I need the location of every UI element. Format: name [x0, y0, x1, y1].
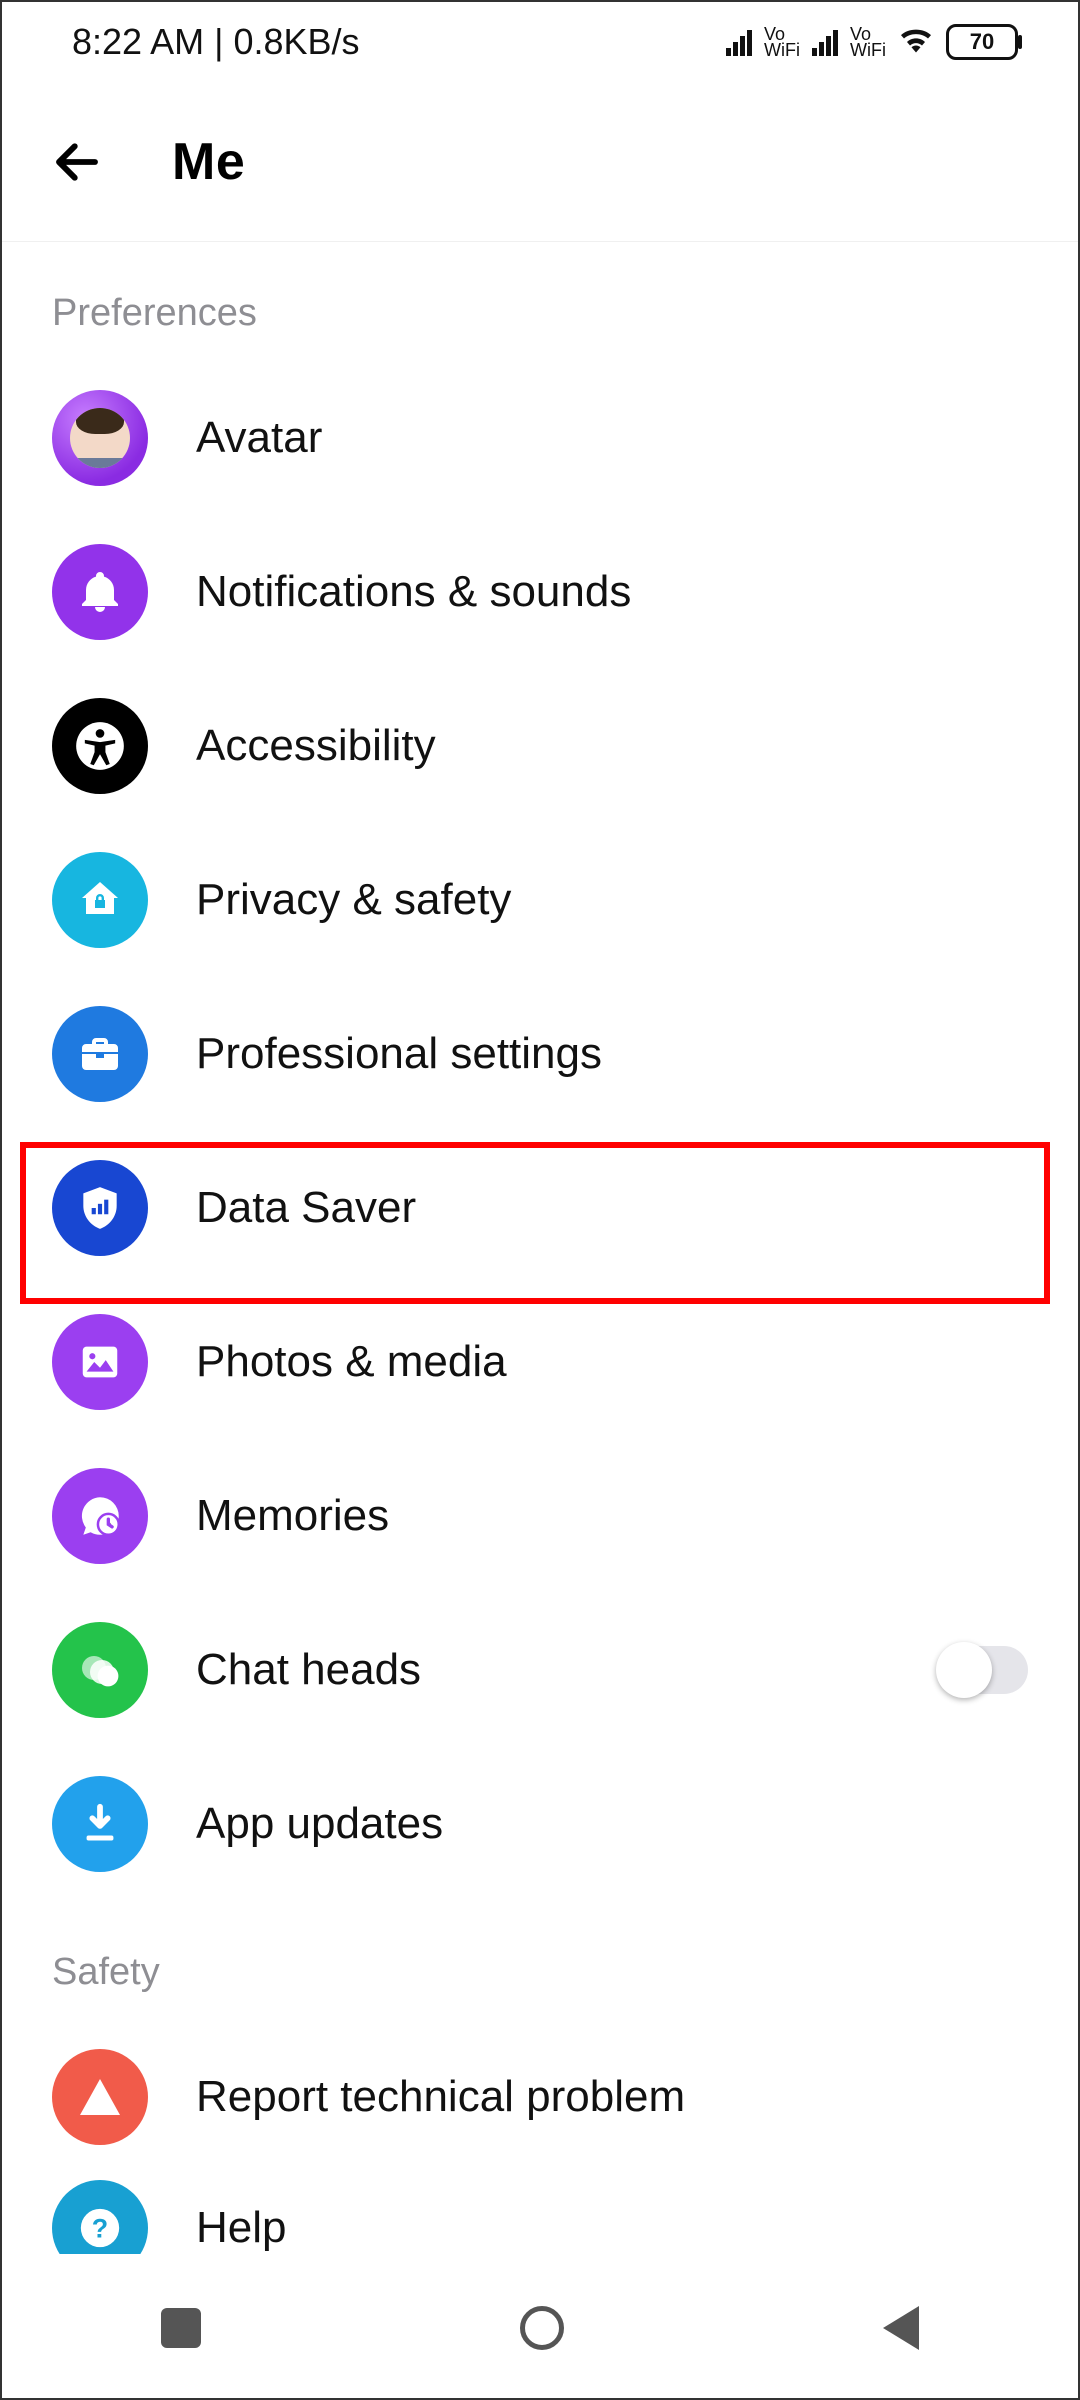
- row-avatar[interactable]: Avatar: [2, 361, 1078, 515]
- status-time: 8:22 AM: [72, 21, 204, 62]
- battery-icon: 70: [946, 24, 1018, 60]
- row-chat-heads[interactable]: Chat heads: [2, 1593, 1078, 1747]
- bell-icon: [52, 544, 148, 640]
- row-label: Chat heads: [196, 1645, 421, 1695]
- svg-text:?: ?: [92, 2214, 108, 2244]
- nav-home-button[interactable]: [520, 2306, 564, 2350]
- row-professional[interactable]: Professional settings: [2, 977, 1078, 1131]
- arrow-left-icon: [50, 135, 104, 189]
- vowifi-icon-2: VoWiFi: [850, 26, 886, 58]
- row-label: Photos & media: [196, 1337, 507, 1387]
- download-icon: [52, 1776, 148, 1872]
- alert-triangle-icon: [52, 2049, 148, 2145]
- row-notifications[interactable]: Notifications & sounds: [2, 515, 1078, 669]
- row-label: App updates: [196, 1799, 443, 1849]
- system-nav-bar: [2, 2258, 1078, 2398]
- row-label: Accessibility: [196, 721, 436, 771]
- image-icon: [52, 1314, 148, 1410]
- preferences-list: Avatar Notifications & sounds Accessibil…: [2, 361, 1078, 1901]
- avatar-icon: [52, 390, 148, 486]
- row-label: Professional settings: [196, 1029, 602, 1079]
- row-help[interactable]: ? Help: [2, 2174, 1078, 2254]
- row-photos[interactable]: Photos & media: [2, 1285, 1078, 1439]
- accessibility-icon: [52, 698, 148, 794]
- chat-clock-icon: [52, 1468, 148, 1564]
- signal-icon-2: [812, 28, 838, 56]
- row-privacy[interactable]: Privacy & safety: [2, 823, 1078, 977]
- status-bar: 8:22 AM | 0.8KB/s VoWiFi VoWiFi 70: [2, 2, 1078, 82]
- status-net-speed: 0.8KB/s: [233, 21, 359, 62]
- signal-icon: [726, 28, 752, 56]
- status-left: 8:22 AM | 0.8KB/s: [72, 21, 360, 63]
- row-label: Notifications & sounds: [196, 567, 631, 617]
- row-label: Report technical problem: [196, 2072, 685, 2122]
- row-label: Memories: [196, 1491, 389, 1541]
- row-app-updates[interactable]: App updates: [2, 1747, 1078, 1901]
- house-lock-icon: [52, 852, 148, 948]
- section-header-preferences: Preferences: [2, 242, 1078, 361]
- vowifi-icon: VoWiFi: [764, 26, 800, 58]
- chat-heads-toggle[interactable]: [938, 1646, 1028, 1694]
- row-label: Avatar: [196, 413, 322, 463]
- page-title: Me: [172, 132, 245, 192]
- row-memories[interactable]: Memories: [2, 1439, 1078, 1593]
- back-button[interactable]: [42, 127, 112, 197]
- briefcase-icon: [52, 1006, 148, 1102]
- row-data-saver[interactable]: Data Saver: [2, 1131, 1078, 1285]
- row-label: Help: [196, 2203, 287, 2253]
- safety-list: Report technical problem ? Help: [2, 2020, 1078, 2254]
- help-icon: ?: [52, 2180, 148, 2254]
- status-right: VoWiFi VoWiFi 70: [726, 23, 1018, 62]
- chat-heads-icon: [52, 1622, 148, 1718]
- row-label: Privacy & safety: [196, 875, 511, 925]
- row-accessibility[interactable]: Accessibility: [2, 669, 1078, 823]
- row-report[interactable]: Report technical problem: [2, 2020, 1078, 2174]
- nav-recents-button[interactable]: [161, 2308, 201, 2348]
- section-header-safety: Safety: [2, 1901, 1078, 2020]
- row-label: Data Saver: [196, 1183, 416, 1233]
- app-bar: Me: [2, 82, 1078, 242]
- wifi-icon: [898, 23, 934, 62]
- nav-back-button[interactable]: [883, 2306, 919, 2350]
- shield-data-icon: [52, 1160, 148, 1256]
